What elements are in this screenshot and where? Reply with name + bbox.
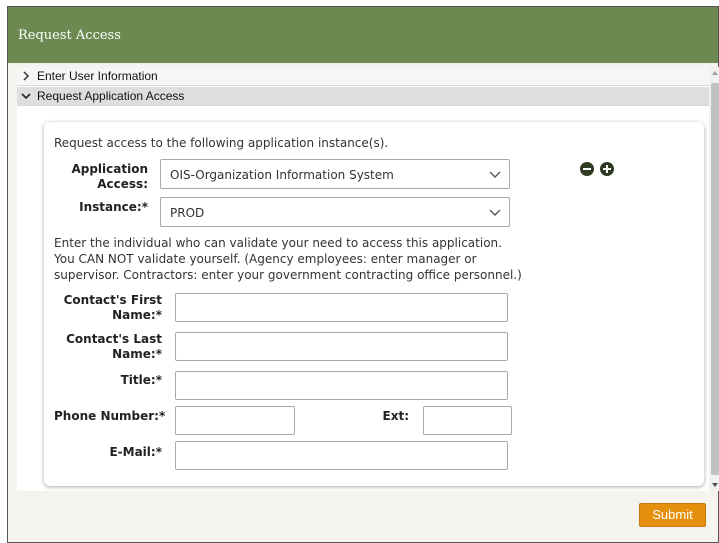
application-access-card: Request access to the following applicat… xyxy=(44,122,704,486)
accordion-request-application-access[interactable]: Request Application Access xyxy=(17,87,709,106)
application-access-label: Application Access: xyxy=(71,162,148,191)
request-access-window: Request Access Enter User Information Re… xyxy=(7,6,719,543)
scrollbar-thumb[interactable] xyxy=(711,83,719,475)
minus-circle-icon[interactable] xyxy=(580,162,594,176)
window-title: Request Access xyxy=(8,7,718,63)
validator-instructions: Enter the individual who can validate yo… xyxy=(54,236,522,282)
phone-number-label: Phone Number:* xyxy=(54,409,166,423)
chevron-down-icon xyxy=(489,171,501,178)
contact-last-name-input[interactable] xyxy=(175,332,508,361)
ext-input[interactable] xyxy=(423,406,512,435)
contact-first-name-label: Contact's First Name:* xyxy=(63,293,162,322)
scroll-down-arrow-icon[interactable] xyxy=(712,483,718,487)
accordion-enter-user-information[interactable]: Enter User Information xyxy=(17,67,709,86)
title-input[interactable] xyxy=(175,371,508,400)
submit-button[interactable]: Submit xyxy=(639,503,706,527)
application-access-select[interactable]: OIS-Organization Information System xyxy=(160,159,510,189)
email-input[interactable] xyxy=(175,441,508,470)
form-scroll-area[interactable]: Enter User Information Request Applicati… xyxy=(17,67,719,491)
vertical-scrollbar[interactable] xyxy=(709,67,719,491)
email-label: E-Mail:* xyxy=(109,445,162,459)
accordion-label: Request Application Access xyxy=(37,89,185,103)
chevron-right-icon xyxy=(23,71,30,81)
intro-text: Request access to the following applicat… xyxy=(54,136,389,150)
title-label: Title:* xyxy=(120,373,162,387)
chevron-down-icon xyxy=(489,209,501,216)
contact-last-name-label: Contact's Last Name:* xyxy=(66,332,162,361)
scroll-up-arrow-icon[interactable] xyxy=(712,71,718,75)
contact-first-name-input[interactable] xyxy=(175,293,508,322)
instance-select[interactable]: PROD xyxy=(160,197,510,227)
phone-number-input[interactable] xyxy=(175,406,295,435)
accordion-label: Enter User Information xyxy=(37,69,158,83)
plus-circle-icon[interactable] xyxy=(600,162,614,176)
ext-label: Ext: xyxy=(382,409,409,423)
chevron-down-icon xyxy=(21,93,31,100)
instance-label: Instance:* xyxy=(79,200,148,214)
